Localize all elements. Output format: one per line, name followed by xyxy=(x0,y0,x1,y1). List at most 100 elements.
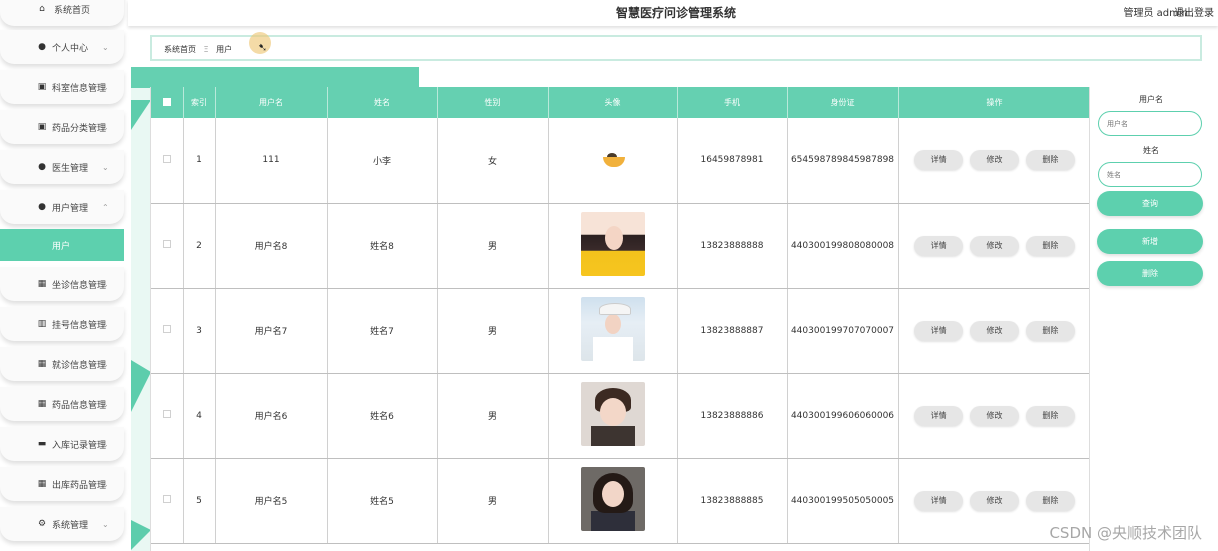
username-search-input[interactable] xyxy=(1098,111,1202,136)
avatar-woman-yellow xyxy=(580,212,645,276)
sidebar-item-drug-category[interactable]: ▣ 药品分类管理 ⌄ xyxy=(0,110,124,144)
sidebar-subitem-label: 用户 xyxy=(52,241,71,252)
sidebar-subitem-user[interactable]: 用户 xyxy=(0,229,124,261)
table-row: 4 用户名6 姓名6 男 13823888886 440300199606060… xyxy=(151,373,1089,459)
row-select-cell xyxy=(151,458,184,544)
actions-cell: 详情 修改 删除 xyxy=(898,118,1089,204)
sidebar-item-home[interactable]: ⌂ 系统首页 xyxy=(0,0,124,26)
name-cell: 姓名8 xyxy=(327,203,438,289)
column-header: 身份证 xyxy=(787,87,899,118)
sidebar-item-visit[interactable]: ▦ 就诊信息管理 ⌄ xyxy=(0,347,124,381)
gender-cell: 女 xyxy=(437,118,549,204)
sidebar: ⌂ 系统首页 ● 个人中心 ⌄ ▣ 科室信息管理 ⌄ ▣ 药品分类管理 ⌄ ● … xyxy=(0,0,126,551)
delete-button[interactable]: 删除 xyxy=(1025,320,1075,341)
index-cell: 1 xyxy=(183,118,216,204)
person-icon: ● xyxy=(38,202,46,212)
chevron-down-icon: ⌄ xyxy=(102,359,109,369)
actions-cell: 详情 修改 删除 xyxy=(898,203,1089,289)
detail-button[interactable]: 详情 xyxy=(914,320,964,341)
column-header: 头像 xyxy=(548,87,678,118)
sidebar-item-label: 出库药品管理 xyxy=(52,480,107,491)
decorative-triangle xyxy=(131,520,151,550)
sidebar-item-label: 药品信息管理 xyxy=(52,400,107,411)
sidebar-item-registration[interactable]: ▥ 挂号信息管理 ⌄ xyxy=(0,307,124,341)
table-row: 5 用户名5 姓名5 男 13823888885 440300199505050… xyxy=(151,458,1089,544)
sidebar-item-label: 就诊信息管理 xyxy=(52,360,107,371)
breadcrumb: 系统首页 Ξ 用户 xyxy=(150,35,1202,61)
row-checkbox[interactable] xyxy=(162,154,171,163)
name-cell: 小李 xyxy=(327,118,438,204)
delete-button[interactable]: 删除 xyxy=(1025,235,1075,256)
detail-button[interactable]: 详情 xyxy=(914,235,964,256)
sidebar-item-label: 医生管理 xyxy=(52,163,89,174)
clipboard-icon: ▣ xyxy=(37,122,47,132)
row-checkbox[interactable] xyxy=(162,495,171,503)
username-cell: 111 xyxy=(215,118,328,204)
actions-cell: 详情 修改 删除 xyxy=(898,288,1089,374)
username-cell: 用户名8 xyxy=(215,203,328,289)
edit-button[interactable]: 修改 xyxy=(970,405,1019,426)
name-search-input[interactable] xyxy=(1098,162,1202,187)
index-cell: 2 xyxy=(183,203,216,289)
sidebar-item-department[interactable]: ▣ 科室信息管理 ⌄ xyxy=(0,70,124,104)
home-icon: ⌂ xyxy=(39,4,45,14)
add-button[interactable]: 新增 xyxy=(1097,229,1203,254)
delete-button[interactable]: 删除 xyxy=(1025,490,1075,511)
sidebar-item-label: 科室信息管理 xyxy=(52,83,107,94)
row-checkbox[interactable] xyxy=(162,410,171,418)
edit-button[interactable]: 修改 xyxy=(970,490,1019,511)
column-header: 姓名 xyxy=(327,87,438,118)
name-cell: 姓名5 xyxy=(327,458,438,544)
select-all-checkbox[interactable] xyxy=(162,97,171,106)
actions-cell: 详情 修改 删除 xyxy=(898,373,1089,459)
sidebar-item-system[interactable]: ⚙ 系统管理 ⌄ xyxy=(0,507,124,541)
edit-button[interactable]: 修改 xyxy=(970,320,1019,341)
search-button[interactable]: 查询 xyxy=(1097,191,1203,216)
sidebar-item-stock-out[interactable]: ▦ 出库药品管理 ⌄ xyxy=(0,467,124,501)
batch-delete-button[interactable]: 删除 xyxy=(1097,261,1203,286)
monitor-icon: ▬ xyxy=(37,439,47,449)
sidebar-item-stock-in[interactable]: ▬ 入库记录管理 ⌄ xyxy=(0,427,124,461)
avatar-woman-cap xyxy=(580,297,645,361)
detail-button[interactable]: 详情 xyxy=(914,490,964,511)
logout-link[interactable]: 退出登录 xyxy=(1174,4,1214,19)
table-row: 1 111 小李 女 16459878981 65459878984598789… xyxy=(151,118,1089,204)
sidebar-item-personal-center[interactable]: ● 个人中心 ⌄ xyxy=(0,30,124,64)
id-card-cell: 654598789845987898 xyxy=(787,118,899,204)
avatar-cell xyxy=(548,373,678,459)
table-header-row: 索引 用户名 姓名 性别 头像 手机 身份证 操作 xyxy=(151,87,1089,118)
sidebar-item-consultation[interactable]: ▦ 坐诊信息管理 ⌄ xyxy=(0,267,124,301)
person-icon: ● xyxy=(38,162,46,172)
column-header: 手机 xyxy=(677,87,788,118)
edit-button[interactable]: 修改 xyxy=(970,235,1019,256)
sidebar-item-doctor[interactable]: ● 医生管理 ⌄ xyxy=(0,150,124,184)
detail-button[interactable]: 详情 xyxy=(914,405,964,426)
chevron-down-icon: ⌄ xyxy=(102,519,109,529)
id-card-cell: 440300199505050005 xyxy=(787,458,899,544)
edit-button[interactable]: 修改 xyxy=(970,150,1019,171)
sidebar-item-drug-info[interactable]: ▦ 药品信息管理 ⌄ xyxy=(0,387,124,421)
chevron-down-icon: ⌄ xyxy=(102,279,109,289)
sidebar-item-user-management[interactable]: ● 用户管理 ⌃ xyxy=(0,190,124,224)
avatar-cell xyxy=(548,203,678,289)
gear-icon: ⚙ xyxy=(37,519,47,529)
avatar-young-man xyxy=(580,382,645,446)
chevron-down-icon: ⌄ xyxy=(102,399,109,409)
detail-button[interactable]: 详情 xyxy=(914,150,964,171)
row-select-cell xyxy=(151,118,184,204)
delete-button[interactable]: 删除 xyxy=(1025,405,1075,426)
chevron-up-icon: ⌃ xyxy=(102,202,109,212)
person-icon: ● xyxy=(38,42,46,52)
decorative-triangle xyxy=(131,100,151,130)
sidebar-item-label: 个人中心 xyxy=(52,43,89,54)
sidebar-item-label: 药品分类管理 xyxy=(52,123,107,134)
row-checkbox[interactable] xyxy=(162,325,171,333)
id-card-cell: 440300199808080008 xyxy=(787,203,899,289)
breadcrumb-home[interactable]: 系统首页 xyxy=(164,45,196,54)
username-cell: 用户名6 xyxy=(215,373,328,459)
chevron-down-icon: ⌄ xyxy=(102,439,109,449)
breadcrumb-current: 用户 xyxy=(216,45,233,54)
row-checkbox[interactable] xyxy=(162,240,171,248)
sidebar-item-label: 坐诊信息管理 xyxy=(52,280,107,291)
delete-button[interactable]: 删除 xyxy=(1025,150,1075,171)
